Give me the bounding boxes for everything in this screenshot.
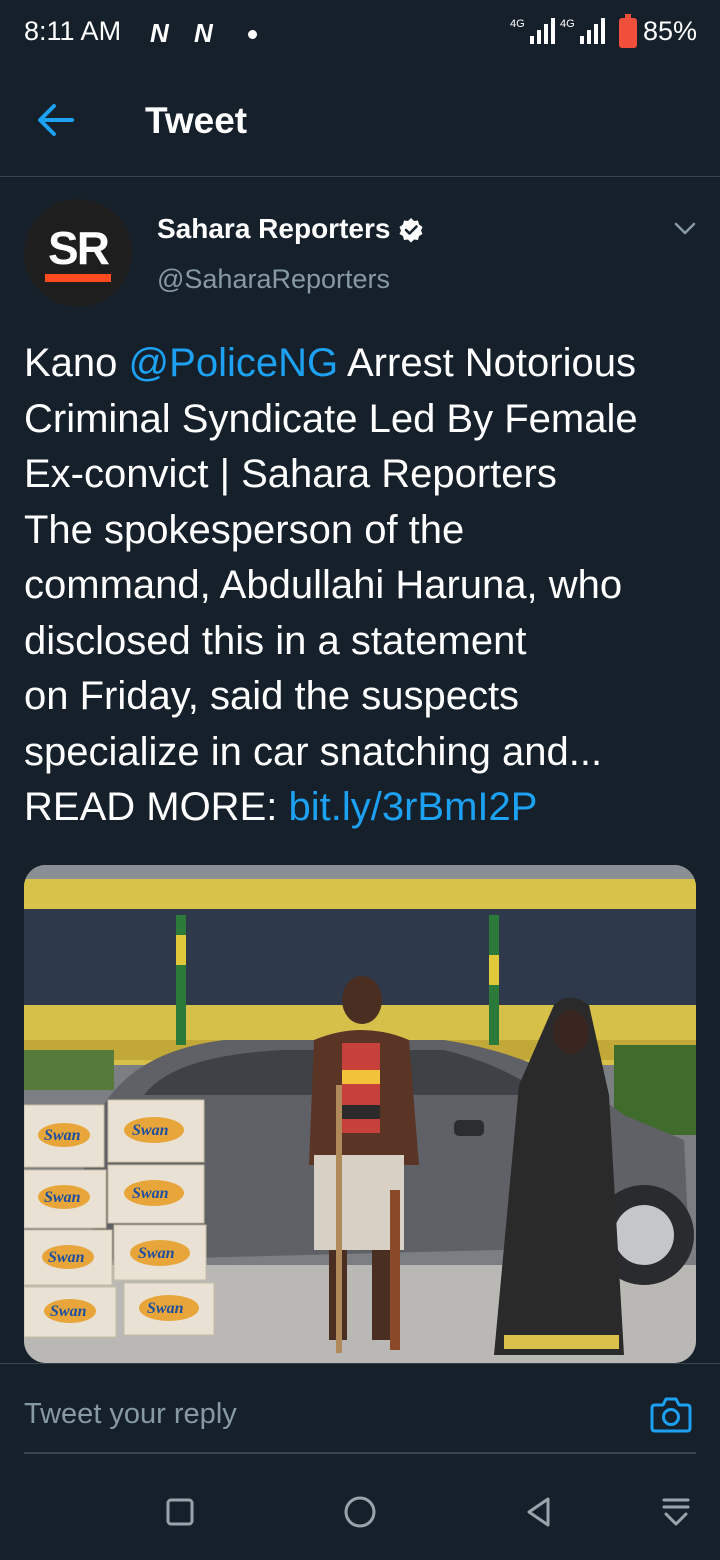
tweet-line: specialize in car snatching and... [24,729,603,774]
battery-level: 85% [643,16,698,46]
url-link[interactable]: bit.ly/3rBmI2P [288,785,537,829]
mention-link[interactable]: @PoliceNG [129,341,339,385]
box-label: Swan [132,1185,169,1202]
tweet-line: Kano @PoliceNG Arrest Notorious [24,336,704,392]
tweet-photo[interactable]: Swan Swan Swan Swan Swan Swan Swan Swan [24,865,696,1363]
reply-input[interactable]: Tweet your reply [24,1398,237,1431]
recent-apps-icon[interactable] [162,1494,198,1530]
tweet-line: Ex-convict | Sahara Reporters [24,452,557,496]
top-app-bar: Tweet [0,64,720,177]
network-label: 4G [560,18,575,30]
home-icon[interactable] [342,1494,378,1530]
tweet-text-segment: READ MORE: [24,785,289,829]
verified-badge-icon [399,218,423,243]
notification-dot-icon [248,30,257,39]
tweet-text-segment: Arrest Notorious [338,341,636,385]
network-label: 4G [510,18,525,30]
box-label: Swan [147,1300,184,1317]
author-handle[interactable]: @SaharaReporters [157,264,390,295]
avatar[interactable]: SR [24,199,132,307]
tweet-line: on Friday, said the suspects [24,674,520,718]
notification-pulldown-icon[interactable] [658,1494,694,1530]
system-nav-bar [0,1466,720,1560]
notification-n-icon: N [150,18,169,48]
page-title: Tweet [145,100,248,141]
box-label: Swan [44,1189,81,1206]
tweet-text: Kano @PoliceNG Arrest Notorious Criminal… [24,336,704,836]
signal-icon: 4G [560,18,605,44]
tweet-line: READ MORE: bit.ly/3rBmI2P [24,780,704,836]
tweet-line: disclosed this in a statement [24,618,527,663]
tweet-line: Criminal Syndicate Led By Female [24,396,638,441]
box-label: Swan [132,1122,169,1139]
status-bar: 8:11 AM N N 4G 4G 85% [0,0,720,64]
box-label: Swan [138,1245,175,1262]
tweet-line: command, Abdullahi Haruna, who [24,563,623,607]
reply-underline [24,1452,696,1454]
tweet-text-segment: Kano [24,341,129,385]
box-label: Swan [48,1249,85,1266]
back-triangle-icon[interactable] [521,1494,557,1530]
avatar-logo-text: SR [48,222,110,274]
battery-icon [619,14,637,48]
arrow-left-icon[interactable] [36,102,76,138]
avatar-logo-bar [45,274,111,282]
photo-scene: Swan Swan Swan Swan Swan Swan Swan Swan [24,865,696,1363]
divider [0,1363,720,1364]
box-label: Swan [50,1303,87,1320]
status-time: 8:11 AM [24,16,122,46]
notification-n-icon: N [194,18,213,48]
box-label: Swan [44,1127,81,1144]
author-name[interactable]: Sahara Reporters [157,213,390,245]
chevron-down-icon[interactable] [674,222,696,236]
signal-icon: 4G [510,18,555,44]
tweet-line: The spokesperson of the [24,507,465,552]
camera-icon[interactable] [650,1394,692,1434]
